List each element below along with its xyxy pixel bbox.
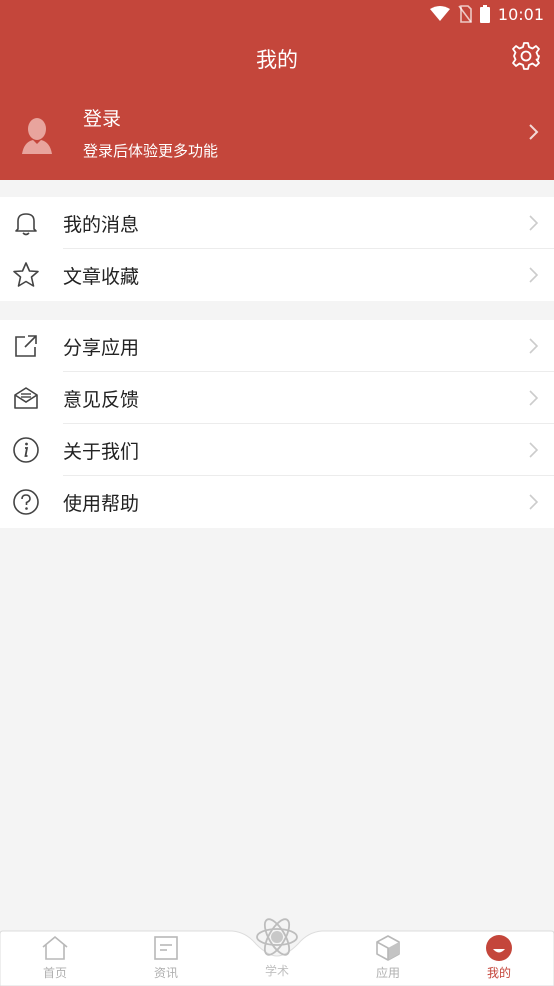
menu-item-feedback[interactable]: 意见反馈: [0, 372, 554, 424]
header: 10:01 我的 登录 登录后体验更多功能: [0, 0, 554, 180]
battery-icon: [479, 5, 490, 23]
chevron-right-icon: [529, 338, 539, 354]
chevron-right-icon: [529, 215, 539, 231]
no-sim-icon: [458, 5, 472, 23]
title-bar: 我的: [0, 36, 554, 82]
bottom-tab-bar: 首页 资讯 学术 应用 我的: [0, 918, 554, 986]
star-icon: [12, 261, 40, 289]
chevron-right-icon: [529, 494, 539, 510]
cube-icon: [374, 934, 402, 962]
feedback-mail-icon: [12, 384, 40, 412]
menu-item-label: 关于我们: [63, 441, 140, 463]
menu-item-about[interactable]: 关于我们: [0, 424, 554, 476]
tab-news[interactable]: 资讯: [121, 930, 211, 986]
menu-item-label: 分享应用: [63, 337, 140, 359]
menu-item-label: 文章收藏: [63, 266, 140, 288]
tab-apps[interactable]: 应用: [343, 930, 433, 986]
share-icon: [12, 332, 40, 360]
login-subtitle: 登录后体验更多功能: [83, 142, 219, 160]
tab-label: 应用: [375, 966, 400, 980]
profile-icon: [485, 934, 513, 962]
chevron-right-icon: [528, 122, 540, 142]
news-icon: [152, 934, 180, 962]
menu-item-help[interactable]: 使用帮助: [0, 476, 554, 528]
chevron-right-icon: [529, 442, 539, 458]
tab-home[interactable]: 首页: [10, 930, 100, 986]
avatar-icon: [20, 116, 54, 156]
settings-button[interactable]: [510, 40, 542, 76]
help-icon: [12, 488, 40, 516]
tab-label: 资讯: [153, 966, 178, 980]
menu-item-label: 使用帮助: [63, 493, 140, 515]
menu-item-messages[interactable]: 我的消息: [0, 197, 554, 249]
menu-item-favorites[interactable]: 文章收藏: [0, 249, 554, 301]
menu-group-1: 我的消息 文章收藏: [0, 197, 554, 301]
tab-mine[interactable]: 我的: [454, 930, 544, 986]
menu-item-label: 我的消息: [63, 214, 140, 236]
bell-icon: [12, 209, 40, 237]
chevron-right-icon: [529, 390, 539, 406]
tab-label: 首页: [42, 966, 67, 980]
menu-item-share[interactable]: 分享应用: [0, 320, 554, 372]
gear-icon: [511, 41, 541, 75]
menu-group-2: 分享应用 意见反馈 关于我们 使用帮助: [0, 320, 554, 528]
chevron-right-icon: [529, 267, 539, 283]
tab-label: 学术: [264, 964, 289, 978]
atom-icon: [252, 912, 302, 962]
tab-label: 我的: [486, 966, 511, 980]
home-icon: [41, 934, 69, 962]
login-profile-card[interactable]: 登录 登录后体验更多功能: [0, 92, 554, 172]
info-icon: [12, 436, 40, 464]
login-title: 登录: [83, 108, 122, 130]
tab-academic[interactable]: 学术: [237, 912, 317, 986]
menu-item-label: 意见反馈: [63, 389, 140, 411]
status-time: 10:01: [497, 4, 544, 24]
wifi-icon: [429, 6, 450, 22]
page-title: 我的: [256, 48, 298, 72]
status-bar: 10:01: [0, 0, 554, 28]
